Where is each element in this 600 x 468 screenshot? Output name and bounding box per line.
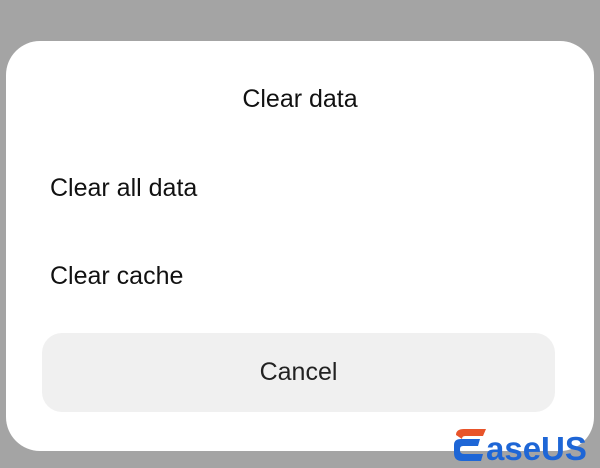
cancel-button-label: Cancel [259,358,338,386]
cancel-button[interactable]: Cancel [42,333,555,412]
clear-cache-option[interactable]: Clear cache [50,261,550,291]
svg-text:aseUS: aseUS [486,430,587,465]
easeus-logo: aseUS [454,429,587,465]
clear-all-data-option[interactable]: Clear all data [50,173,550,203]
dialog-title: Clear data [242,85,358,113]
